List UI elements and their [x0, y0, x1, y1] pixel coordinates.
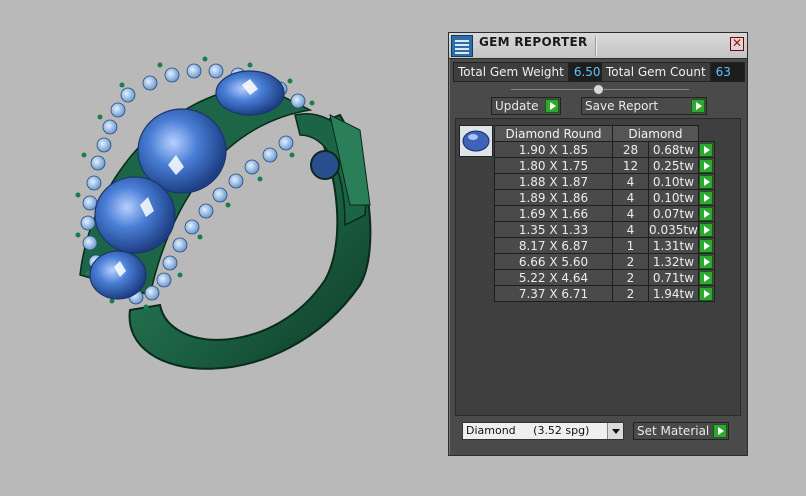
chevron-down-icon[interactable] — [607, 423, 623, 439]
gem-count-cell: 2 — [612, 285, 649, 302]
save-report-button[interactable]: Save Report — [581, 97, 707, 115]
play-arrow-icon — [691, 99, 705, 113]
table-row[interactable]: 1.88 X 1.87 4 0.10tw — [494, 173, 715, 190]
gem-count-cell: 12 — [612, 157, 649, 174]
total-gem-count-label: Total Gem Count — [601, 62, 711, 82]
gem-size-cell: 1.88 X 1.87 — [494, 173, 613, 190]
gem-count-cell: 4 — [612, 221, 649, 238]
gem-count-cell: 1 — [612, 237, 649, 254]
gem-weight-cell: 1.31tw — [648, 237, 699, 254]
row-select-cell — [697, 221, 715, 238]
gem-weight-cell: 0.68tw — [648, 141, 699, 158]
gem-reporter-app-icon — [451, 35, 473, 57]
table-row[interactable]: 1.90 X 1.85 28 0.68tw — [494, 141, 715, 158]
set-material-button-label: Set Material — [637, 424, 710, 438]
table-row[interactable]: 1.80 X 1.75 12 0.25tw — [494, 157, 715, 174]
gem-list-area: Diamond Round Diamond 1.90 X 1.85 28 0.68t… — [455, 118, 741, 416]
table-row[interactable]: 7.37 X 6.71 2 1.94tw — [494, 285, 715, 302]
table-row[interactable]: 1.69 X 1.66 4 0.07tw — [494, 205, 715, 222]
gem-weight-cell: 0.25tw — [648, 157, 699, 174]
table-row[interactable]: 1.35 X 1.33 4 0.035tw — [494, 221, 715, 238]
header-diamond-round: Diamond Round — [494, 125, 613, 142]
table-row[interactable]: 6.66 X 5.60 2 1.32tw — [494, 253, 715, 270]
title-bar[interactable]: GEM REPORTER ✕ — [449, 33, 747, 59]
gem-size-cell: 1.69 X 1.66 — [494, 205, 613, 222]
gem-weight-cell: 0.035tw — [648, 221, 699, 238]
total-gem-count: Total Gem Count 63 — [601, 62, 745, 82]
table-row[interactable]: 8.17 X 6.87 1 1.31tw — [494, 237, 715, 254]
material-select[interactable]: Diamond (3.52 spg) — [462, 422, 624, 440]
play-arrow-icon[interactable] — [699, 254, 714, 269]
gem-weight-cell: 0.10tw — [648, 189, 699, 206]
gem-weight-cell: 1.32tw — [648, 253, 699, 270]
gem-size-cell: 1.35 X 1.33 — [494, 221, 613, 238]
close-button[interactable]: ✕ — [730, 37, 744, 51]
gem-count-cell: 2 — [612, 269, 649, 286]
gem-size-cell: 1.90 X 1.85 — [494, 141, 613, 158]
row-select-cell — [697, 157, 715, 174]
gem-size-cell: 7.37 X 6.71 — [494, 285, 613, 302]
gem-size-cell: 6.66 X 5.60 — [494, 253, 613, 270]
total-gem-count-value: 63 — [710, 62, 745, 82]
row-select-cell — [697, 205, 715, 222]
gem-count-cell: 2 — [612, 253, 649, 270]
gem-count-cell: 4 — [612, 173, 649, 190]
update-button[interactable]: Update — [491, 97, 561, 115]
table-row[interactable]: 1.89 X 1.86 4 0.10tw — [494, 189, 715, 206]
total-gem-weight-label: Total Gem Weight — [453, 62, 569, 82]
play-arrow-icon — [713, 424, 727, 438]
gem-size-cell: 8.17 X 6.87 — [494, 237, 613, 254]
window-title: GEM REPORTER — [479, 35, 588, 49]
play-arrow-icon[interactable] — [699, 270, 714, 285]
gem-size-cell: 1.89 X 1.86 — [494, 189, 613, 206]
update-button-label: Update — [495, 99, 539, 113]
row-select-cell — [697, 269, 715, 286]
row-select-cell — [697, 285, 715, 302]
play-arrow-icon[interactable] — [699, 206, 714, 221]
header-diamond: Diamond — [612, 125, 699, 142]
play-arrow-icon[interactable] — [699, 158, 714, 173]
gem-weight-cell: 1.94tw — [648, 285, 699, 302]
title-separator — [595, 36, 597, 56]
play-arrow-icon[interactable] — [699, 238, 714, 253]
row-select-cell — [697, 237, 715, 254]
set-material-button[interactable]: Set Material — [633, 422, 729, 440]
row-select-cell — [697, 253, 715, 270]
gem-weight-cell: 0.07tw — [648, 205, 699, 222]
play-arrow-icon[interactable] — [699, 190, 714, 205]
material-select-value: Diamond (3.52 spg) — [466, 424, 590, 437]
gem-reporter-panel: GEM REPORTER ✕ Total Gem Weight 6.50 Tota… — [448, 32, 748, 456]
gem-table: Diamond Round Diamond 1.90 X 1.85 28 0.68t… — [494, 125, 715, 302]
play-arrow-icon[interactable] — [699, 174, 714, 189]
gem-count-cell: 4 — [612, 189, 649, 206]
save-report-button-label: Save Report — [585, 99, 659, 113]
diamond-round-thumbnail[interactable] — [459, 125, 493, 157]
gem-weight-cell: 0.71tw — [648, 269, 699, 286]
play-arrow-icon[interactable] — [699, 142, 714, 157]
row-select-cell — [697, 173, 715, 190]
slider-handle[interactable] — [593, 84, 604, 95]
gem-count-cell: 4 — [612, 205, 649, 222]
gem-size-cell: 1.80 X 1.75 — [494, 157, 613, 174]
row-select-cell — [697, 141, 715, 158]
play-arrow-icon[interactable] — [699, 286, 714, 301]
play-arrow-icon — [545, 99, 559, 113]
play-arrow-icon[interactable] — [699, 222, 714, 237]
gem-count-cell: 28 — [612, 141, 649, 158]
row-select-cell — [697, 189, 715, 206]
total-gem-weight: Total Gem Weight 6.50 — [453, 62, 606, 82]
ring-model-render — [75, 56, 372, 370]
gem-size-cell: 5.22 X 4.64 — [494, 269, 613, 286]
table-row[interactable]: 5.22 X 4.64 2 0.71tw — [494, 269, 715, 286]
gem-weight-cell: 0.10tw — [648, 173, 699, 190]
